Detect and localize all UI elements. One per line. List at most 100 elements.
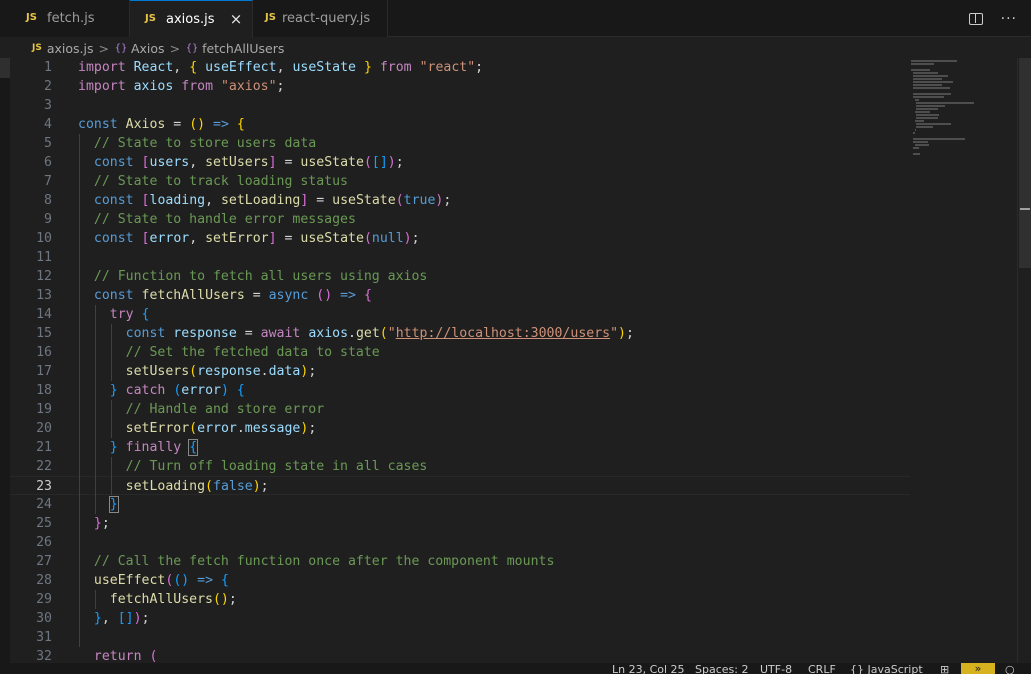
code-line[interactable]: 25 }; — [10, 514, 910, 533]
minimap[interactable] — [908, 58, 1018, 663]
more-actions-icon[interactable]: ··· — [1001, 11, 1017, 27]
status-indentation[interactable]: Spaces: 2 — [695, 664, 748, 674]
minimap-line — [912, 84, 943, 86]
line-number: 26 — [36, 535, 52, 550]
notifications-icon[interactable]: ○ — [1005, 664, 1015, 674]
code-text: const [error, setError] = useState(null)… — [93, 231, 420, 246]
line-number: 32 — [36, 649, 52, 663]
code-text: const [loading, setLoading] = useState(t… — [93, 193, 452, 208]
minimap-line — [916, 114, 939, 116]
tab-axios-js[interactable]: JS axios.js × — [130, 0, 253, 38]
breadcrumb: JS axios.js > {} Axios > {} fetchAllUser… — [0, 38, 1031, 58]
code-line[interactable]: 21 } finally { — [10, 438, 910, 457]
code-text: import React, { useEffect, useState } fr… — [78, 60, 484, 75]
code-line[interactable]: 16 // Set the fetched data to state — [10, 343, 910, 362]
line-number: 21 — [36, 440, 52, 455]
line-number: 27 — [36, 554, 52, 569]
code-line[interactable]: 29 fetchAllUsers(); — [10, 590, 910, 609]
code-line[interactable]: 28 useEffect(() => { — [10, 571, 910, 590]
code-editor[interactable]: 1 import React, { useEffect, useState } f… — [10, 58, 1031, 663]
indent-guide — [79, 134, 80, 647]
code-line[interactable]: 13 const fetchAllUsers = async () => { — [10, 286, 910, 305]
indent-guide — [110, 457, 112, 495]
code-line[interactable]: 22 // Turn off loading state in all case… — [10, 457, 910, 476]
code-line[interactable]: 7 // State to track loading status — [10, 172, 910, 191]
minimap-line — [912, 96, 945, 98]
minimap-line — [916, 123, 951, 125]
code-text: setUsers(response.data); — [125, 364, 317, 379]
code-line[interactable]: 6 const [users, setUsers] = useState([])… — [10, 153, 910, 172]
code-line[interactable]: 4 const Axios = () => { — [10, 115, 910, 134]
indent-guide — [110, 324, 112, 381]
breadcrumb-file[interactable]: axios.js — [47, 41, 94, 56]
code-line[interactable]: 12 // Function to fetch all users using … — [10, 267, 910, 286]
code-text: } — [108, 496, 119, 513]
code-line[interactable]: 14 try { — [10, 305, 910, 324]
js-file-icon: JS — [32, 43, 42, 53]
close-icon[interactable]: × — [227, 10, 245, 28]
code-text: // State to store users data — [93, 136, 317, 151]
status-eol[interactable]: CRLF — [808, 664, 836, 674]
tab-label: fetch.js — [47, 11, 95, 26]
line-number: 23 — [36, 479, 52, 494]
copilot-icon[interactable]: » — [961, 663, 995, 674]
code-line[interactable]: 18 } catch (error) { — [10, 381, 910, 400]
bell-icon[interactable]: ⊞ — [940, 664, 949, 674]
line-number: 7 — [44, 174, 52, 189]
breadcrumb-symbol-axios[interactable]: Axios — [131, 41, 165, 56]
indent-guide — [110, 400, 112, 438]
minimap-line — [912, 75, 948, 77]
code-line[interactable]: 9 // State to handle error messages — [10, 210, 910, 229]
line-number: 17 — [36, 364, 52, 379]
tab-fetch-js[interactable]: JS fetch.js — [0, 0, 130, 37]
line-number: 8 — [44, 193, 52, 208]
split-editor-icon[interactable] — [968, 12, 983, 25]
code-line[interactable]: 32 return ( — [10, 647, 910, 663]
minimap-line — [912, 153, 920, 155]
code-line[interactable]: 8 const [loading, setLoading] = useState… — [10, 191, 910, 210]
code-text: useEffect(() => { — [93, 573, 229, 588]
code-text: try { — [109, 307, 150, 322]
code-text: // State to track loading status — [93, 174, 348, 189]
line-number: 18 — [36, 383, 52, 398]
vertical-scrollbar[interactable] — [1017, 58, 1031, 663]
line-number: 20 — [36, 421, 52, 436]
chevron-right-icon: > — [169, 40, 181, 56]
status-cursor-position[interactable]: Ln 23, Col 25 — [612, 664, 685, 674]
status-encoding[interactable]: UTF-8 — [760, 664, 792, 674]
status-language[interactable]: {} JavaScript — [850, 664, 923, 674]
code-line[interactable]: 17 setUsers(response.data); — [10, 362, 910, 381]
scrollbar-cursor-marker — [1020, 208, 1030, 210]
tab-bar: JS fetch.js JS axios.js × JS react-query… — [0, 0, 1031, 38]
code-line[interactable]: 15 const response = await axios.get("htt… — [10, 324, 910, 343]
minimap-line — [911, 63, 935, 65]
code-line[interactable]: 26 — [10, 533, 910, 552]
code-text: import axios from "axios"; — [78, 79, 285, 94]
code-line[interactable]: 1 import React, { useEffect, useState } f… — [10, 58, 910, 77]
code-line[interactable]: 19 // Handle and store error — [10, 400, 910, 419]
breadcrumb-symbol-fetchallusers[interactable]: fetchAllUsers — [202, 41, 284, 56]
code-line[interactable]: 11 — [10, 248, 910, 267]
code-line[interactable]: 24 } — [10, 495, 910, 514]
code-text: }; — [93, 516, 110, 531]
line-number: 5 — [44, 136, 52, 151]
indent-guide — [94, 305, 96, 514]
minimap-line — [916, 117, 938, 119]
code-line[interactable]: 2 import axios from "axios"; — [10, 77, 910, 96]
code-line[interactable]: 3 — [10, 96, 910, 115]
minimap-line — [911, 69, 930, 71]
tab-react-query-js[interactable]: JS react-query.js — [253, 0, 388, 37]
code-line[interactable]: 10 const [error, setError] = useState(nu… — [10, 229, 910, 248]
minimap-line — [912, 72, 938, 74]
code-line[interactable]: 23 setLoading(false); — [10, 476, 910, 495]
scrollbar-thumb[interactable] — [1019, 58, 1031, 268]
code-line[interactable]: 31 — [10, 628, 910, 647]
code-line[interactable]: 30 }, []); — [10, 609, 910, 628]
code-line[interactable]: 27 // Call the fetch function once after… — [10, 552, 910, 571]
code-line[interactable]: 20 setError(error.message); — [10, 419, 910, 438]
line-number: 10 — [36, 231, 52, 246]
minimap-line — [916, 105, 946, 107]
code-text: // Set the fetched data to state — [125, 345, 380, 360]
code-line[interactable]: 5 // State to store users data — [10, 134, 910, 153]
code-text: setError(error.message); — [125, 421, 317, 436]
